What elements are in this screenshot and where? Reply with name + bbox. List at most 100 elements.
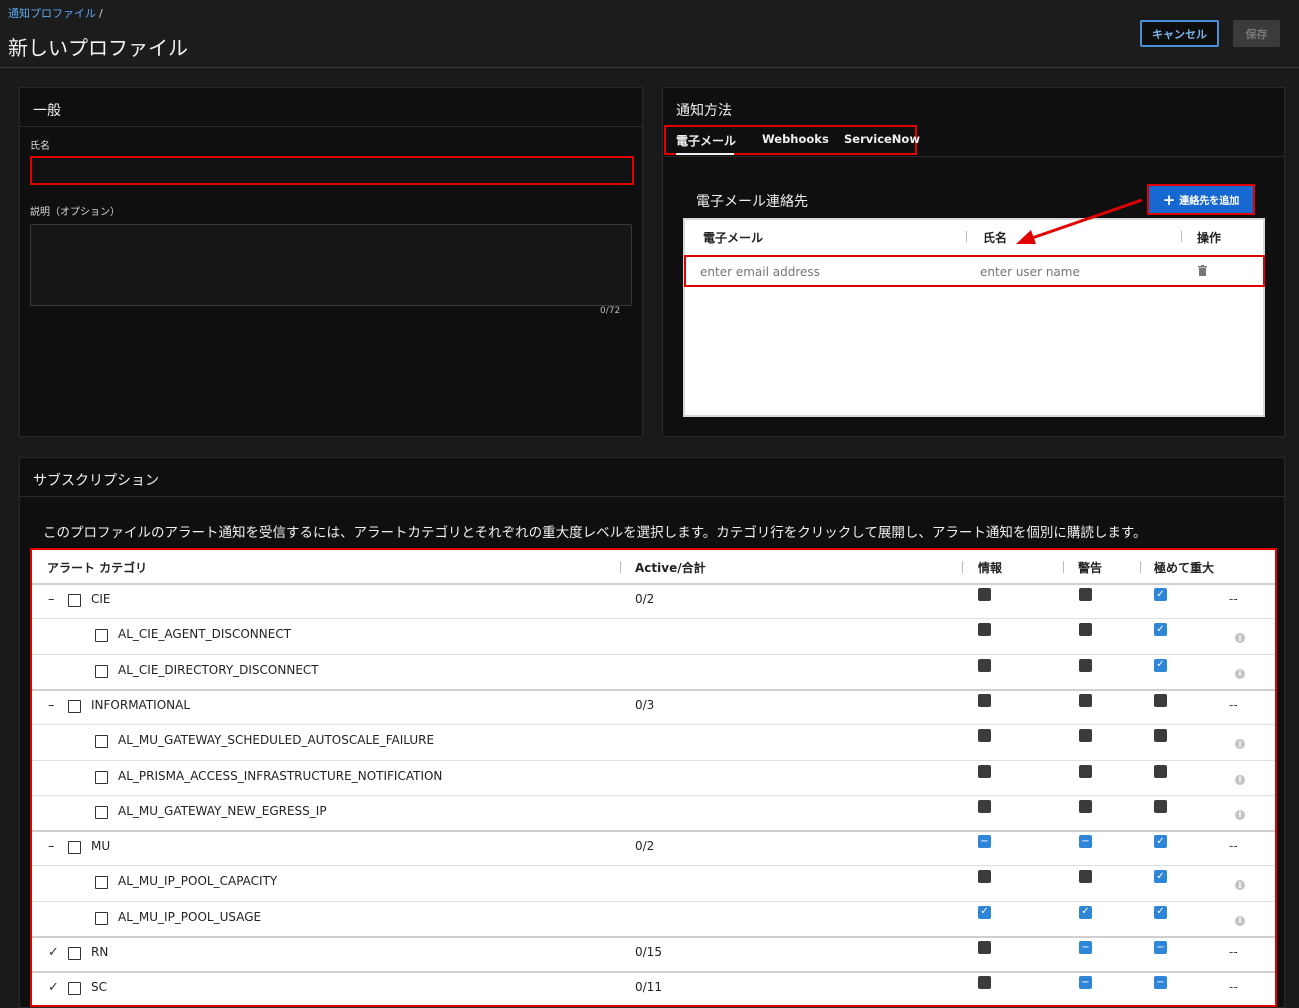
column-divider [1140,561,1141,573]
severity-info-checkbox[interactable] [978,976,991,990]
breadcrumb-link[interactable]: 通知プロファイル [8,7,96,20]
row-divider [32,936,1275,938]
severity-warning-checkbox[interactable] [1079,729,1092,743]
row-checkbox[interactable] [68,841,81,855]
active-tab-indicator [676,153,734,155]
severity-critical-checkbox[interactable]: ✓ [1154,658,1167,672]
category-name[interactable]: INFORMATIONAL [91,698,190,712]
severity-critical-checkbox[interactable] [1154,764,1167,778]
alert-name[interactable]: AL_MU_GATEWAY_NEW_EGRESS_IP [118,804,327,818]
row-checkbox[interactable] [68,699,81,713]
severity-warning-checkbox[interactable] [1079,693,1092,707]
active-total-count: 0/3 [635,697,655,712]
row-checkbox[interactable] [95,876,108,890]
alert-name[interactable]: AL_PRISMA_ACCESS_INFRASTRUCTURE_NOTIFICA… [118,769,442,783]
email-input[interactable] [700,262,960,282]
severity-info-checkbox[interactable] [978,658,991,672]
breadcrumb: 通知プロファイル / [8,5,103,21]
active-total-count: 0/2 [635,592,655,606]
row-checkbox[interactable] [95,629,108,643]
add-contact-label: 連絡先を追加 [1179,196,1240,207]
alert-name[interactable]: AL_CIE_DIRECTORY_DISCONNECT [118,663,319,677]
category-name[interactable]: MU [91,839,110,853]
row-checkbox[interactable] [95,805,108,819]
category-name[interactable]: RN [91,945,108,959]
user-name-input[interactable] [980,262,1170,282]
alert-name[interactable]: AL_MU_GATEWAY_SCHEDULED_AUTOSCALE_FAILUR… [118,733,434,747]
severity-critical-checkbox[interactable]: ✓ [1154,623,1167,637]
collapse-icon[interactable]: – [48,592,55,607]
severity-critical-checkbox[interactable]: ✓ [1154,870,1167,884]
severity-info-checkbox[interactable] [978,729,991,743]
row-checkbox[interactable] [95,735,108,749]
no-action-dash: -- [1229,839,1238,854]
severity-warning-checkbox[interactable]: − [1079,835,1092,849]
breadcrumb-separator: / [99,7,103,20]
severity-warning-checkbox[interactable]: ✓ [1079,905,1092,919]
severity-info-checkbox[interactable] [978,623,991,637]
tab-servicenow[interactable]: ServiceNow [844,132,920,146]
severity-warning-checkbox[interactable]: − [1079,941,1092,954]
row-checkbox[interactable] [68,947,81,960]
alert-name[interactable]: AL_MU_IP_POOL_CAPACITY [118,874,277,888]
severity-info-checkbox[interactable]: − [978,835,991,849]
severity-info-checkbox[interactable] [978,870,991,884]
trash-icon[interactable] [1198,265,1207,276]
expand-icon[interactable]: ✓ [48,980,59,995]
cancel-button[interactable]: キャンセル [1140,20,1219,47]
row-divider [32,971,1275,974]
active-total-count: 0/15 [635,945,662,959]
column-warning: 警告 [1078,561,1103,575]
severity-critical-checkbox[interactable]: ✓ [1154,835,1167,849]
save-button[interactable]: 保存 [1233,20,1280,47]
row-checkbox[interactable] [95,770,108,784]
severity-info-checkbox[interactable] [978,764,991,778]
severity-critical-checkbox[interactable] [1154,729,1167,743]
info-icon[interactable]: i [1235,915,1245,926]
severity-warning-checkbox[interactable] [1079,764,1092,778]
row-checkbox[interactable] [95,664,108,678]
severity-critical-checkbox[interactable]: ✓ [1154,905,1167,919]
severity-warning-checkbox[interactable]: − [1079,976,1092,990]
info-icon[interactable]: i [1235,668,1245,679]
severity-warning-checkbox[interactable] [1079,799,1092,813]
severity-warning-checkbox[interactable] [1079,623,1092,637]
severity-info-checkbox[interactable] [978,941,991,954]
severity-warning-checkbox[interactable] [1079,870,1092,884]
severity-critical-checkbox[interactable]: ✓ [1154,588,1167,601]
plus-icon: + [1162,190,1176,209]
severity-info-checkbox[interactable] [978,588,991,601]
info-icon[interactable]: i [1235,774,1245,785]
severity-critical-checkbox[interactable] [1154,693,1167,707]
category-name[interactable]: SC [91,980,107,994]
expand-icon[interactable]: ✓ [48,945,59,960]
row-checkbox[interactable] [68,594,81,607]
severity-warning-checkbox[interactable] [1079,658,1092,672]
category-name[interactable]: CIE [91,592,111,606]
collapse-icon[interactable]: – [48,698,55,713]
severity-critical-checkbox[interactable] [1154,799,1167,813]
tab-webhooks[interactable]: Webhooks [762,132,829,146]
alert-name[interactable]: AL_CIE_AGENT_DISCONNECT [118,627,291,641]
row-checkbox[interactable] [95,911,108,925]
severity-warning-checkbox[interactable] [1079,588,1092,601]
tab-email[interactable]: 電子メール [676,132,736,149]
row-divider [32,618,1275,620]
row-checkbox[interactable] [68,982,81,996]
severity-info-checkbox[interactable] [978,693,991,707]
add-contact-button[interactable]: + 連絡先を追加 [1147,184,1255,215]
severity-critical-checkbox[interactable]: − [1154,976,1167,990]
page-title: 新しいプロファイル [8,36,188,60]
info-icon[interactable]: i [1235,809,1245,820]
column-divider [966,231,967,242]
name-field[interactable] [30,156,634,185]
email-contacts-title: 電子メール連絡先 [696,194,808,210]
description-field[interactable] [30,224,632,306]
severity-info-checkbox[interactable]: ✓ [978,905,991,919]
severity-info-checkbox[interactable] [978,799,991,813]
notify-title: 通知方法 [676,103,732,119]
alert-name[interactable]: AL_MU_IP_POOL_USAGE [118,910,261,924]
severity-critical-checkbox[interactable]: − [1154,941,1167,954]
collapse-icon[interactable]: – [48,839,55,854]
char-counter: 0/72 [600,306,621,316]
